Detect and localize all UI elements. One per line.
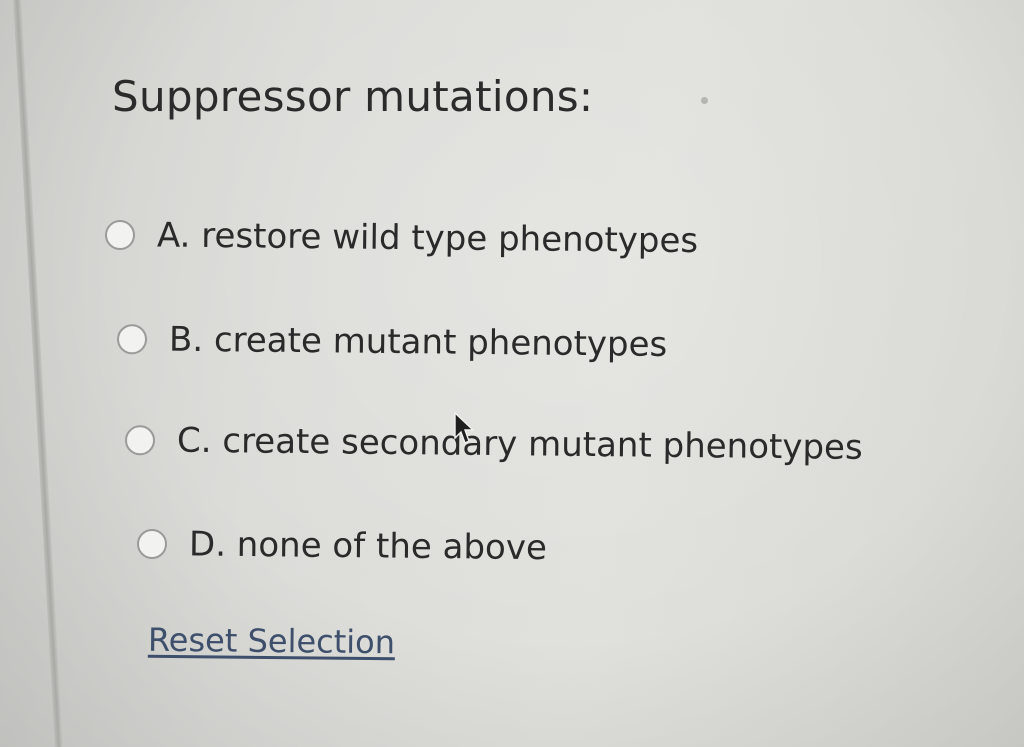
- radio-button-icon[interactable]: [116, 324, 148, 355]
- mouse-pointer-icon: [454, 412, 475, 444]
- choice-label: D. none of the above: [188, 524, 548, 569]
- choice-label: A. restore wild type phenotypes: [156, 215, 699, 262]
- radio-button-icon[interactable]: [136, 528, 168, 560]
- choice-c[interactable]: C. create secondary mutant phenotypes: [124, 420, 863, 468]
- choice-b[interactable]: B. create mutant phenotypes: [116, 319, 668, 365]
- question-card: Suppressor mutations: A. restore wild ty…: [0, 0, 1024, 747]
- reset-selection-link[interactable]: Reset Selection: [148, 621, 395, 662]
- choice-label: C. create secondary mutant phenotypes: [176, 420, 863, 468]
- radio-button-icon[interactable]: [124, 425, 156, 456]
- choice-d[interactable]: D. none of the above: [136, 524, 548, 569]
- radio-button-icon[interactable]: [104, 219, 136, 251]
- choice-label: B. create mutant phenotypes: [168, 319, 668, 365]
- question-title: Suppressor mutations:: [112, 72, 594, 121]
- choice-a[interactable]: A. restore wild type phenotypes: [104, 215, 699, 262]
